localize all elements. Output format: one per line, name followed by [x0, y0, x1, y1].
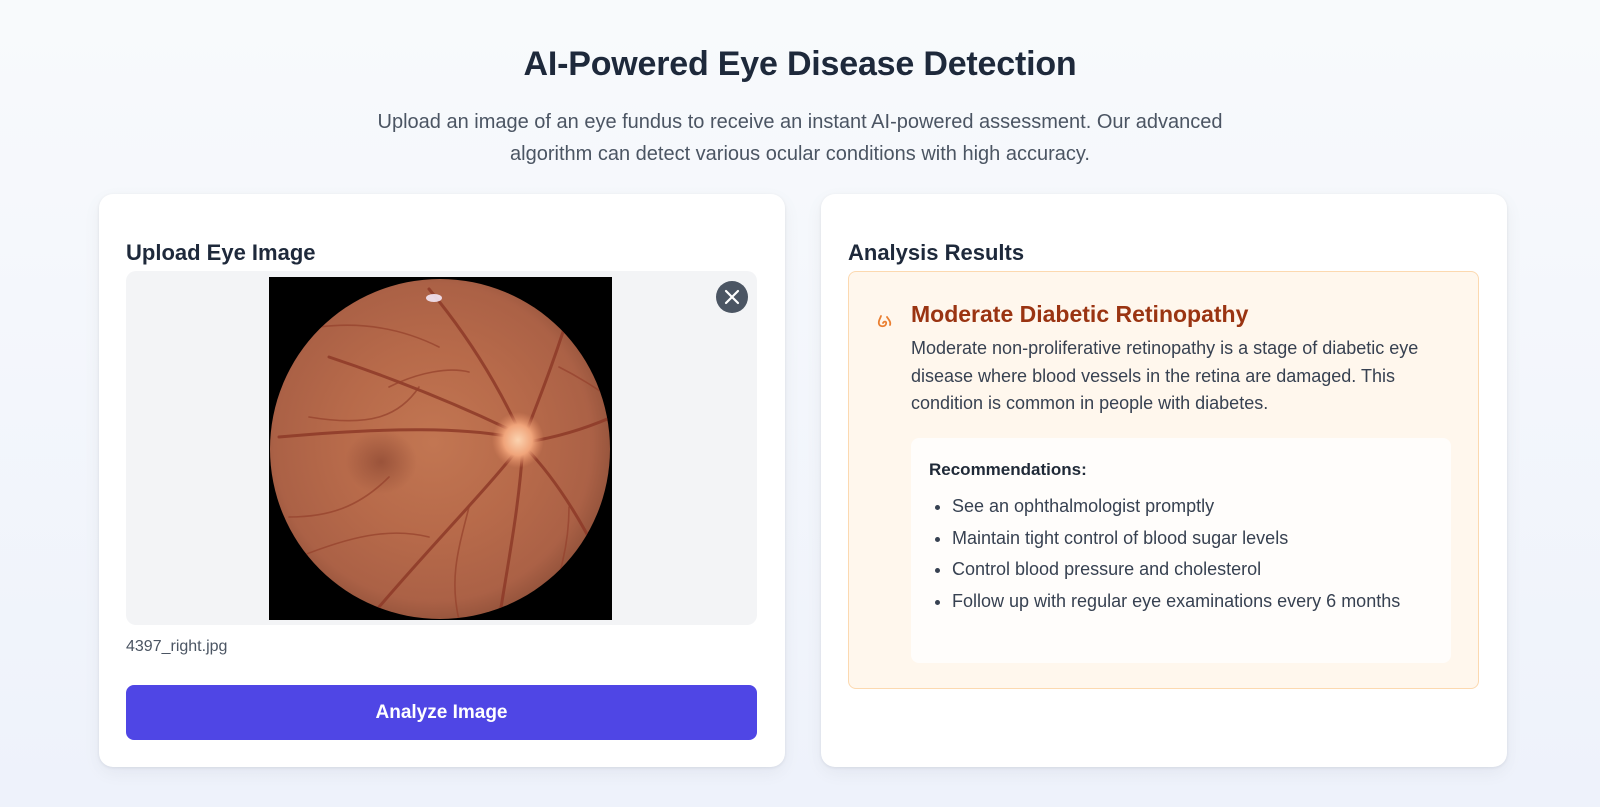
results-card: Analysis Results Moderate Diabetic Retin… [821, 194, 1507, 767]
recommendations-title: Recommendations: [929, 460, 1087, 479]
fundus-image [269, 277, 612, 620]
recommendation-item: Maintain tight control of blood sugar le… [952, 525, 1452, 553]
recommendations-list: See an ophthalmologist promptly Maintain… [929, 493, 1452, 619]
page-title: AI-Powered Eye Disease Detection [523, 44, 1077, 83]
recommendation-item: See an ophthalmologist promptly [952, 493, 1452, 521]
remove-image-button[interactable] [716, 281, 748, 313]
results-heading: Analysis Results [848, 240, 1025, 266]
page-subtitle: Upload an image of an eye fundus to rece… [377, 111, 1223, 165]
upload-card: Upload Eye Image 4397_right.jpg Analyze … [99, 194, 785, 767]
eye-drop-icon [877, 315, 892, 328]
recommendation-item: Follow up with regular eye examinations … [952, 588, 1452, 616]
close-icon [724, 289, 740, 305]
file-name: 4397_right.jpg [126, 638, 228, 655]
recommendations-panel: Recommendations: See an ophthalmologist … [911, 438, 1451, 663]
diagnosis-title: Moderate Diabetic Retinopathy [911, 301, 1249, 327]
recommendation-item: Control blood pressure and cholesterol [952, 556, 1452, 584]
analyze-image-button[interactable]: Analyze Image [126, 685, 757, 740]
diagnosis-description: Moderate non-proliferative retinopathy i… [911, 338, 1419, 413]
image-preview [126, 271, 757, 625]
upload-heading: Upload Eye Image [126, 240, 316, 266]
diagnosis-alert: Moderate Diabetic Retinopathy Moderate n… [848, 271, 1479, 689]
